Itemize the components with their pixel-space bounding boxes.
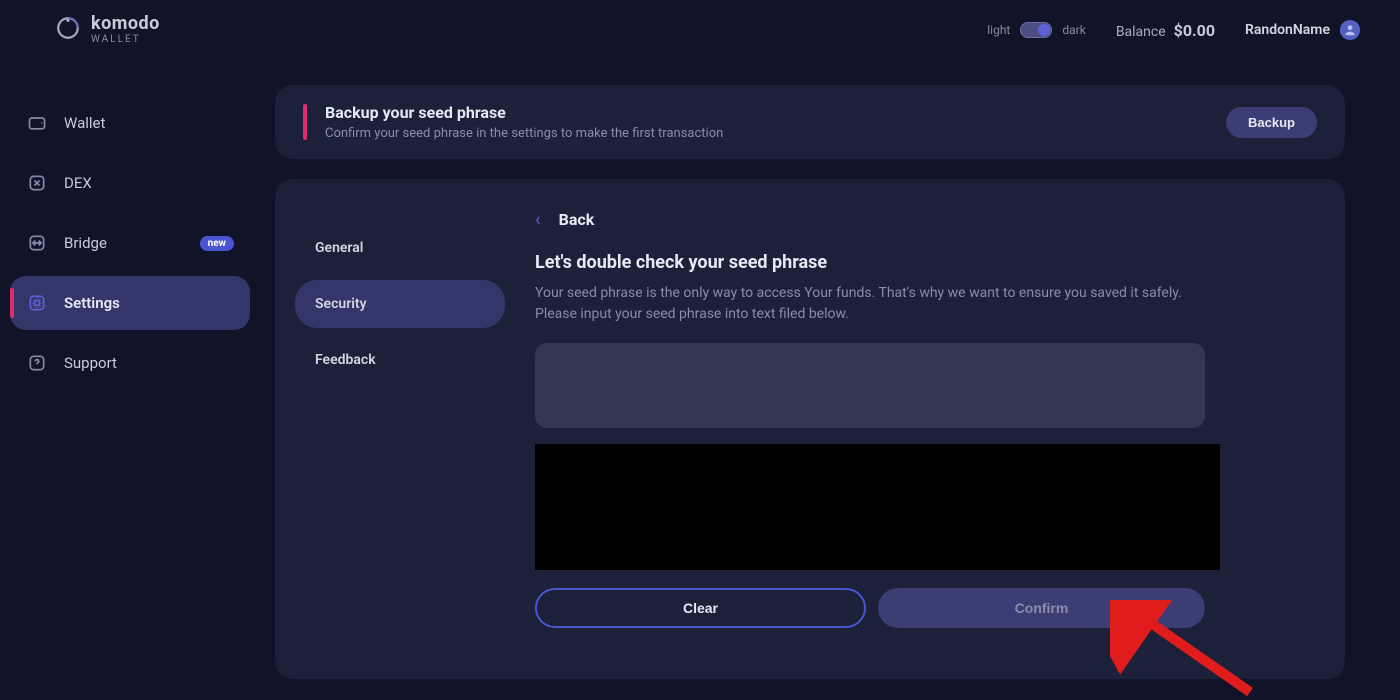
sidebar-item-label: Wallet	[64, 114, 105, 132]
dex-icon	[26, 172, 48, 194]
new-badge: new	[200, 236, 234, 251]
tab-feedback[interactable]: Feedback	[295, 336, 505, 384]
backup-banner: Backup your seed phrase Confirm your see…	[275, 85, 1345, 159]
logo[interactable]: komodo WALLET	[55, 15, 160, 45]
balance-label: Balance	[1116, 24, 1166, 40]
sidebar-item-dex[interactable]: DEX	[10, 156, 250, 210]
back-link[interactable]: ‹ Back	[535, 209, 1315, 230]
chevron-left-icon: ‹	[535, 209, 541, 230]
tab-security[interactable]: Security	[295, 280, 505, 328]
panel-description: Your seed phrase is the only way to acce…	[535, 283, 1215, 325]
back-label: Back	[559, 210, 595, 229]
sidebar-item-support[interactable]: Support	[10, 336, 250, 390]
komodo-logo-icon	[55, 15, 81, 45]
user-menu[interactable]: RandonName	[1245, 20, 1360, 40]
clear-button[interactable]: Clear	[535, 588, 866, 628]
sidebar-item-label: DEX	[64, 174, 92, 192]
banner-accent	[303, 104, 307, 140]
banner-title: Backup your seed phrase	[325, 103, 1208, 122]
confirm-button[interactable]: Confirm	[878, 588, 1205, 628]
theme-toggle[interactable]: light dark	[987, 22, 1086, 38]
seed-phrase-input[interactable]	[535, 343, 1205, 428]
balance-value: $0.00	[1174, 21, 1215, 40]
theme-dark-label: dark	[1062, 23, 1085, 37]
gear-icon	[26, 292, 48, 314]
backup-button[interactable]: Backup	[1226, 107, 1317, 138]
banner-subtitle: Confirm your seed phrase in the settings…	[325, 126, 1208, 141]
wallet-icon	[26, 112, 48, 134]
tab-general[interactable]: General	[295, 224, 505, 272]
panel-title: Let's double check your seed phrase	[535, 252, 1315, 273]
sidebar-item-label: Settings	[64, 294, 120, 312]
brand-sub: WALLET	[91, 35, 160, 45]
sidebar-item-wallet[interactable]: Wallet	[10, 96, 250, 150]
sidebar-item-label: Support	[64, 354, 117, 372]
toggle-switch-icon[interactable]	[1020, 22, 1052, 38]
sidebar-item-bridge[interactable]: Bridge new	[10, 216, 250, 270]
sidebar-item-settings[interactable]: Settings	[10, 276, 250, 330]
tab-label: Feedback	[315, 352, 376, 368]
security-panel: ‹ Back Let's double check your seed phra…	[515, 199, 1325, 659]
brand-name: komodo	[91, 15, 160, 33]
avatar-icon	[1340, 20, 1360, 40]
user-name: RandonName	[1245, 22, 1330, 38]
theme-light-label: light	[987, 23, 1010, 37]
support-icon	[26, 352, 48, 374]
tab-label: Security	[315, 296, 367, 312]
sidebar-item-label: Bridge	[64, 234, 107, 252]
sidebar: Wallet DEX Bridge new Settings Support	[0, 60, 260, 699]
balance: Balance $0.00	[1116, 21, 1215, 40]
settings-tabs: General Security Feedback	[295, 199, 505, 659]
bridge-icon	[26, 232, 48, 254]
tab-label: General	[315, 240, 363, 256]
main: Backup your seed phrase Confirm your see…	[260, 60, 1400, 699]
header: komodo WALLET light dark Balance $0.00 R…	[0, 0, 1400, 60]
settings-content: General Security Feedback ‹ Back Let's d…	[275, 179, 1345, 679]
redacted-seed-area	[535, 444, 1220, 570]
